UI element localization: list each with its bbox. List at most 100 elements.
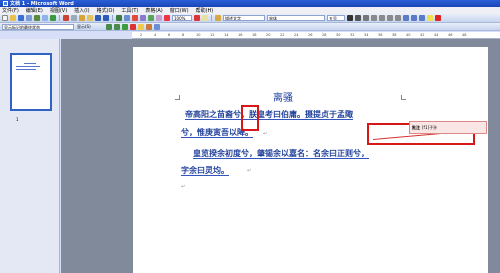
ruler-tick: 38 — [392, 33, 397, 37]
comment-balloon[interactable]: 批注 [f1] 子孙 — [409, 121, 487, 134]
doc-line-text: 皇览揆余初度兮，肇锡余以嘉名：名余曰正则兮， — [193, 148, 369, 159]
baidu-watermark: Baidu 经验 — [395, 230, 466, 246]
doc-line-1[interactable]: 帝高阳之苗裔兮，朕皇考曰伯庸。摄提贞于孟陬 — [185, 109, 353, 120]
bullets-icon[interactable] — [419, 15, 425, 21]
show-hide-icon[interactable] — [164, 15, 170, 21]
next-change-icon[interactable] — [114, 23, 120, 30]
menu-help[interactable]: 帮助(H) — [196, 7, 214, 14]
ruler-tick: 42 — [420, 33, 425, 37]
doc-line-4[interactable]: 字余曰灵均。 — [181, 165, 229, 176]
menu-file[interactable]: 文件(F) — [2, 7, 19, 14]
paragraph-mark: ↵ — [181, 184, 186, 190]
underline-icon[interactable] — [363, 15, 369, 21]
ruler-tick: 30 — [336, 33, 341, 37]
ruler-tick: 26 — [308, 33, 313, 37]
columns-icon[interactable] — [140, 15, 146, 21]
font-size-combo[interactable]: 五号 — [327, 15, 345, 21]
style-combo[interactable]: 描述文字 — [223, 15, 265, 21]
margin-corner-top-right — [401, 95, 406, 100]
font-combo[interactable]: 宋体 — [267, 15, 325, 21]
table-icon[interactable] — [124, 15, 130, 21]
line-spacing-icon[interactable] — [403, 15, 409, 21]
align-center-icon[interactable] — [379, 15, 385, 21]
window-title: 文档 1 - Microsoft Word — [10, 1, 74, 7]
ruler-tick: 18 — [252, 33, 257, 37]
paragraph-mark: ↵ — [247, 168, 252, 174]
ruler-tick: 10 — [196, 33, 201, 37]
ruler-tick: 24 — [294, 33, 299, 37]
redo-icon[interactable] — [103, 15, 109, 21]
copy-icon[interactable] — [71, 15, 77, 21]
cut-icon[interactable] — [63, 15, 69, 21]
help-icon[interactable] — [202, 15, 208, 21]
ruler-tick: 14 — [224, 33, 229, 37]
format-painter-icon[interactable] — [87, 15, 93, 21]
show-menu-button[interactable]: 显示(S) — [76, 24, 104, 30]
paste-icon[interactable] — [79, 15, 85, 21]
highlight-icon[interactable] — [427, 15, 433, 21]
permission-icon[interactable] — [26, 15, 32, 21]
styles-pane-icon[interactable] — [215, 15, 221, 21]
ruler-tick: 48 — [462, 33, 467, 37]
ruler-tick: 40 — [406, 33, 411, 37]
hyperlink-icon[interactable] — [116, 15, 122, 21]
menu-edit[interactable]: 编辑(E) — [26, 7, 43, 14]
doc-map-icon[interactable] — [156, 15, 162, 21]
track-changes-icon[interactable] — [146, 23, 152, 30]
horizontal-ruler[interactable]: 2 4 6 8 10 12 14 16 18 20 22 24 26 28 30… — [132, 32, 500, 39]
read-mode-icon[interactable] — [194, 15, 200, 21]
align-right-icon[interactable] — [387, 15, 393, 21]
ruler-tick: 22 — [280, 33, 285, 37]
justify-icon[interactable] — [395, 15, 401, 21]
drawing-icon[interactable] — [148, 15, 154, 21]
bold-icon[interactable] — [347, 15, 353, 21]
ruler-tick: 32 — [350, 33, 355, 37]
ruler-left-pad — [0, 31, 132, 39]
excel-icon[interactable] — [132, 15, 138, 21]
ruler-tick: 46 — [448, 33, 453, 37]
zoom-combo[interactable]: 100% — [172, 15, 192, 21]
ruler-tick: 36 — [378, 33, 383, 37]
reject-change-icon[interactable] — [130, 23, 136, 30]
ruler-tick: 16 — [238, 33, 243, 37]
toolbar-separator — [112, 15, 113, 21]
menu-insert[interactable]: 插入(I) — [74, 7, 89, 14]
save-icon[interactable] — [18, 15, 24, 21]
align-left-icon[interactable] — [371, 15, 377, 21]
new-icon[interactable] — [2, 15, 8, 21]
reviewing-toolbar: 显示标记的最终状态 显示(S) — [0, 23, 500, 31]
document-title[interactable]: 离骚 — [273, 89, 293, 104]
review-view-combo[interactable]: 显示标记的最终状态 — [2, 23, 74, 30]
open-icon[interactable] — [10, 15, 16, 21]
print-icon[interactable] — [34, 15, 40, 21]
menu-window[interactable]: 窗口(W) — [170, 7, 189, 14]
ruler-tick: 6 — [168, 33, 171, 37]
menu-tools[interactable]: 工具(T) — [121, 7, 138, 14]
reviewing-pane-icon[interactable] — [154, 23, 160, 30]
print-preview-icon[interactable] — [42, 15, 48, 21]
numbering-icon[interactable] — [411, 15, 417, 21]
ruler-tick: 44 — [434, 33, 439, 37]
undo-icon[interactable] — [95, 15, 101, 21]
previous-change-icon[interactable] — [106, 23, 112, 30]
ruler-tick: 2 — [140, 33, 143, 37]
title-bar: 文档 1 - Microsoft Word — [0, 0, 500, 7]
standard-toolbar: 100% 描述文字 宋体 五号 — [0, 14, 500, 23]
insert-comment-icon[interactable] — [138, 23, 144, 30]
comment-text: 子孙 — [429, 124, 438, 130]
doc-line-3[interactable]: 皇览揆余初度兮，肇锡余以嘉名：名余曰正则兮， — [193, 148, 369, 159]
ruler-tick: 8 — [182, 33, 185, 37]
accept-change-icon[interactable] — [122, 23, 128, 30]
menu-view[interactable]: 视图(V) — [50, 7, 67, 14]
italic-icon[interactable] — [355, 15, 361, 21]
page-thumbnail[interactable]: 1 — [10, 53, 52, 122]
paragraph-mark: ↵ — [263, 131, 268, 137]
thumbnail-pane: 1 — [0, 39, 60, 273]
menu-bar: 文件(F) 编辑(E) 视图(V) 插入(I) 格式(O) 工具(T) 表格(A… — [0, 7, 500, 14]
menu-format[interactable]: 格式(O) — [97, 7, 115, 14]
ruler-tick: 20 — [266, 33, 271, 37]
spelling-icon[interactable] — [50, 15, 56, 21]
menu-table[interactable]: 表格(A) — [145, 7, 162, 14]
ruler-tick: 12 — [210, 33, 215, 37]
font-color-icon[interactable] — [435, 15, 441, 21]
